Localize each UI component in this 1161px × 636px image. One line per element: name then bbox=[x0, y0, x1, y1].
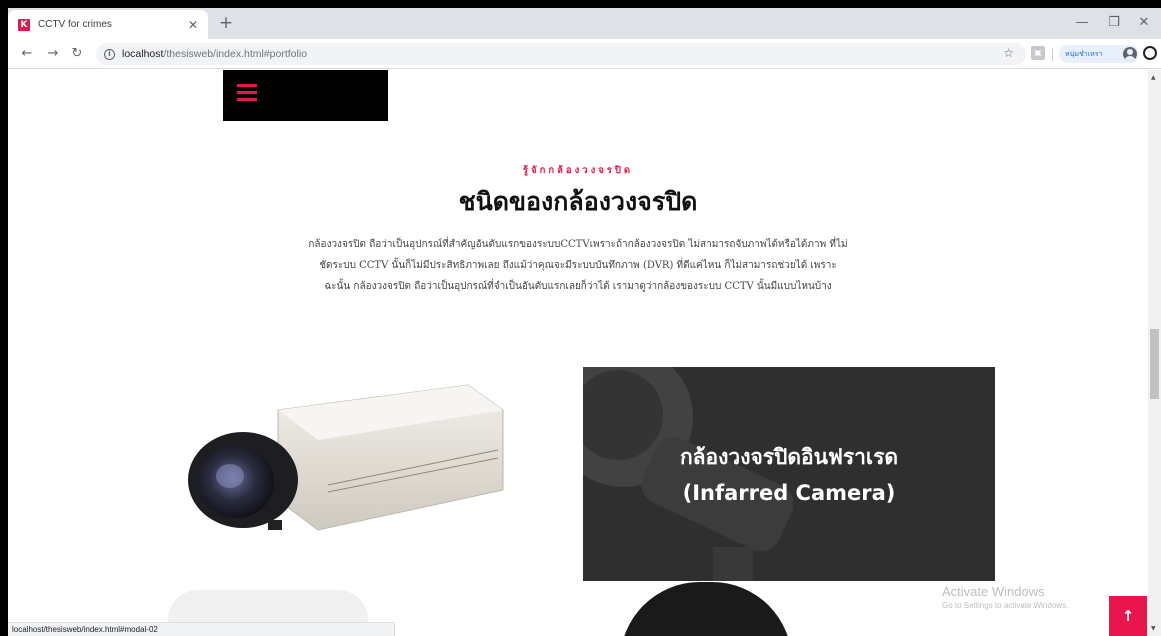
browser-toolbar: ← → ↻ i localhost/thesisweb/index.html#p… bbox=[8, 39, 1161, 69]
scroll-up-arrow-icon[interactable]: ▲ bbox=[1151, 74, 1156, 81]
box-camera-image[interactable] bbox=[168, 370, 508, 540]
reload-button[interactable]: ↻ bbox=[68, 45, 86, 63]
toolbar-divider bbox=[1052, 48, 1053, 61]
page-scrollbar[interactable]: ▲ ▼ bbox=[1148, 70, 1161, 636]
black-dome-camera-image[interactable] bbox=[620, 582, 792, 636]
browser-menu-icon[interactable] bbox=[1143, 46, 1157, 60]
section-subtitle: รู้จักกล้องวงจรปิด bbox=[522, 165, 634, 176]
section-description: กล้องวงจรปิด ถือว่าเป็นอุปกรณ์ที่สำคัญอั… bbox=[308, 239, 848, 292]
close-tab-icon[interactable]: ✕ bbox=[186, 18, 200, 32]
scroll-down-arrow-icon[interactable]: ▼ bbox=[1151, 625, 1156, 632]
new-tab-button[interactable]: + bbox=[216, 13, 236, 33]
browser-window: K CCTV for crimes ✕ + — ❐ ✕ ← → ↻ i loca… bbox=[8, 8, 1161, 636]
infrared-camera-card[interactable]: กล้องวงจรปิดอินฟราเรด (Infarred Camera) bbox=[583, 367, 995, 581]
status-bar-url: localhost/thesisweb/index.html#modal-02 bbox=[8, 622, 395, 636]
window-close-button[interactable]: ✕ bbox=[1127, 12, 1161, 34]
infrared-card-title: กล้องวงจรปิดอินฟราเรด (Infarred Camera) bbox=[679, 445, 899, 505]
tab-title: CCTV for crimes bbox=[38, 19, 112, 30]
info-icon[interactable]: i bbox=[104, 48, 115, 60]
scroll-to-top-button[interactable]: ↑ bbox=[1109, 596, 1147, 636]
back-button[interactable]: ← bbox=[18, 45, 36, 63]
forward-button[interactable]: → bbox=[44, 45, 62, 63]
profile-name: หนุ่มชำเหรา bbox=[1065, 49, 1103, 58]
favicon-icon: K bbox=[18, 18, 30, 31]
profile-button[interactable]: หนุ่มชำเหรา bbox=[1059, 45, 1139, 63]
scrollbar-thumb[interactable] bbox=[1150, 329, 1159, 399]
bookmark-star-icon[interactable]: ☆ bbox=[1003, 46, 1014, 60]
maximize-button[interactable]: ❐ bbox=[1097, 12, 1131, 34]
hamburger-menu-icon[interactable] bbox=[237, 84, 257, 101]
section-heading: ชนิดของกล้องวงจรปิด bbox=[458, 187, 698, 216]
browser-tab[interactable]: K CCTV for crimes ✕ bbox=[8, 10, 208, 39]
url-text: localhost/thesisweb/index.html#portfolio bbox=[122, 48, 308, 60]
web-page: รู้จักกล้องวงจรปิด ชนิดของกล้องวงจรปิด ก… bbox=[8, 70, 1148, 636]
tab-strip: K CCTV for crimes ✕ + — ❐ ✕ bbox=[8, 8, 1161, 39]
activate-windows-watermark: Activate Windows Go to Settings to activ… bbox=[942, 584, 1069, 610]
avatar-icon bbox=[1123, 47, 1137, 61]
minimize-button[interactable]: — bbox=[1065, 12, 1099, 34]
site-navbar bbox=[223, 70, 388, 121]
address-bar[interactable]: i localhost/thesisweb/index.html#portfol… bbox=[96, 43, 1026, 65]
extension-icon[interactable]: ▣ bbox=[1031, 46, 1045, 60]
